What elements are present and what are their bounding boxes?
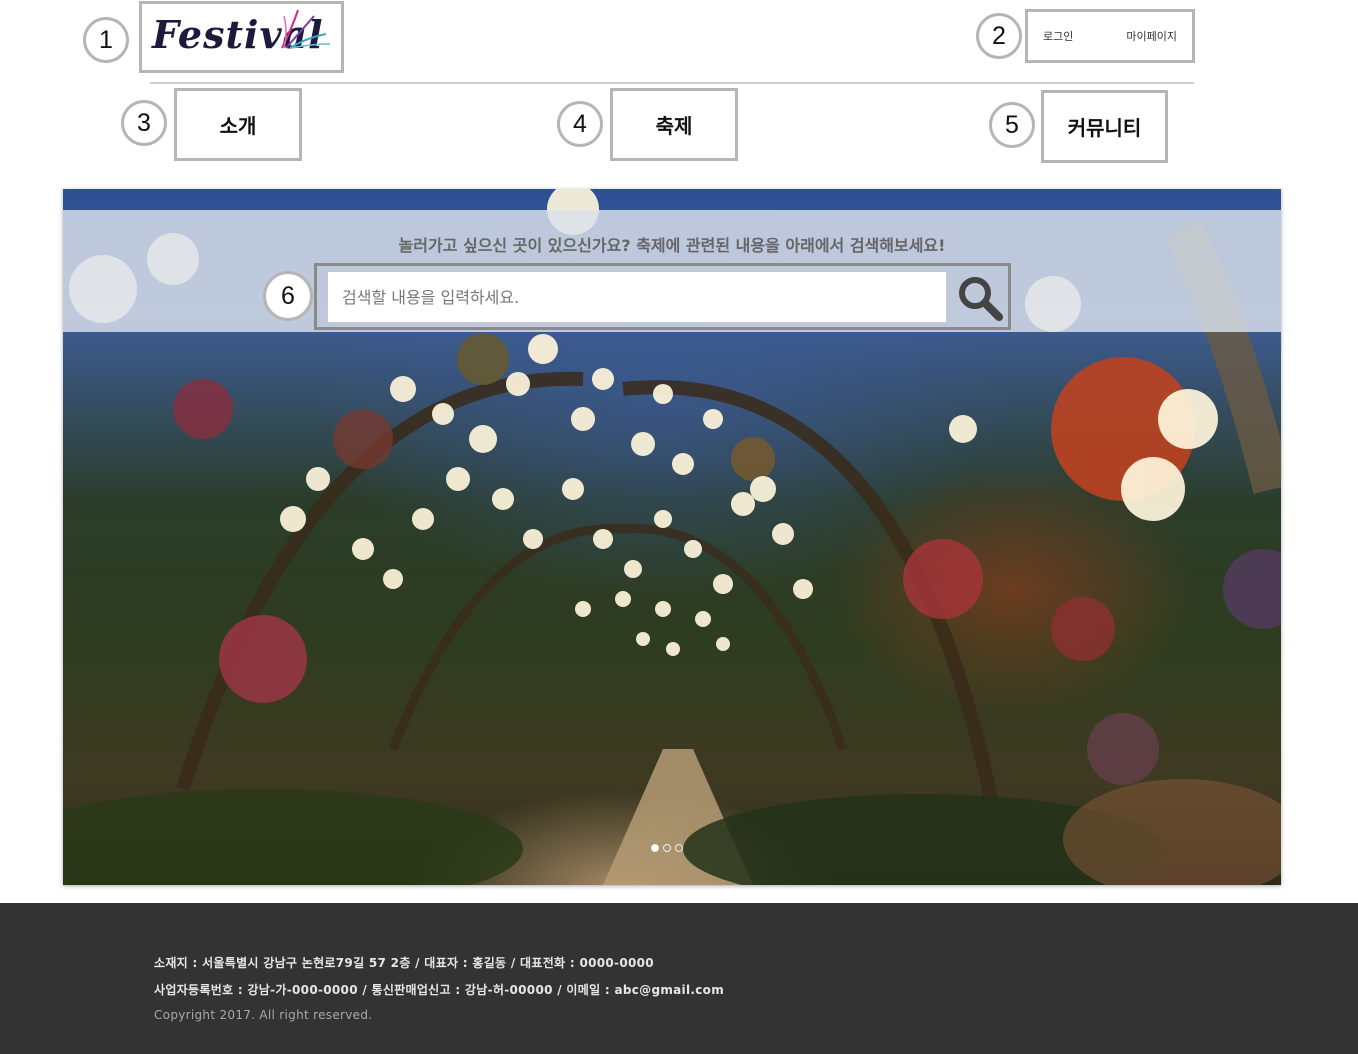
login-link[interactable]: 로그인 — [1043, 28, 1073, 44]
site-footer: 소재지 : 서울특별시 강남구 논현로79길 57 2층 / 대표자 : 홍길동… — [0, 903, 1358, 1054]
logo-link[interactable]: Festival — [139, 1, 344, 73]
annotation-marker-4: 4 — [557, 101, 603, 147]
annotation-marker-2: 2 — [976, 13, 1022, 59]
carousel-dot[interactable] — [651, 844, 659, 852]
search-prompt-text: 놀러가고 싶으신 곳이 있으신가요? 축제에 관련된 내용을 아래에서 검색해보… — [398, 236, 946, 255]
carousel-dot[interactable] — [675, 844, 683, 852]
search-icon[interactable] — [955, 273, 1005, 323]
auth-links: 로그인 마이페이지 — [1025, 9, 1195, 63]
footer-copyright: Copyright 2017. All right reserved. — [154, 1008, 373, 1022]
hero-banner: 놀러가고 싶으신 곳이 있으신가요? 축제에 관련된 내용을 아래에서 검색해보… — [63, 189, 1281, 885]
carousel-dot[interactable] — [663, 844, 671, 852]
footer-address-line: 소재지 : 서울특별시 강남구 논현로79길 57 2층 / 대표자 : 홍길동… — [154, 956, 654, 970]
nav-item-festival[interactable]: 축제 — [610, 88, 738, 161]
search-input[interactable] — [327, 271, 947, 323]
nav-item-community[interactable]: 커뮤니티 — [1041, 90, 1168, 163]
firework-icon — [281, 9, 331, 49]
annotation-marker-6: 6 — [263, 271, 313, 321]
carousel-indicators — [651, 844, 683, 852]
header-divider — [150, 82, 1194, 84]
footer-business-line: 사업자등록번호 : 강남-가-000-0000 / 통신판매업신고 : 강남-허… — [154, 983, 724, 997]
annotation-marker-1: 1 — [83, 17, 129, 63]
nav-item-about[interactable]: 소개 — [174, 88, 302, 161]
annotation-marker-3: 3 — [121, 100, 167, 146]
annotation-marker-5: 5 — [989, 102, 1035, 148]
mypage-link[interactable]: 마이페이지 — [1126, 28, 1177, 44]
